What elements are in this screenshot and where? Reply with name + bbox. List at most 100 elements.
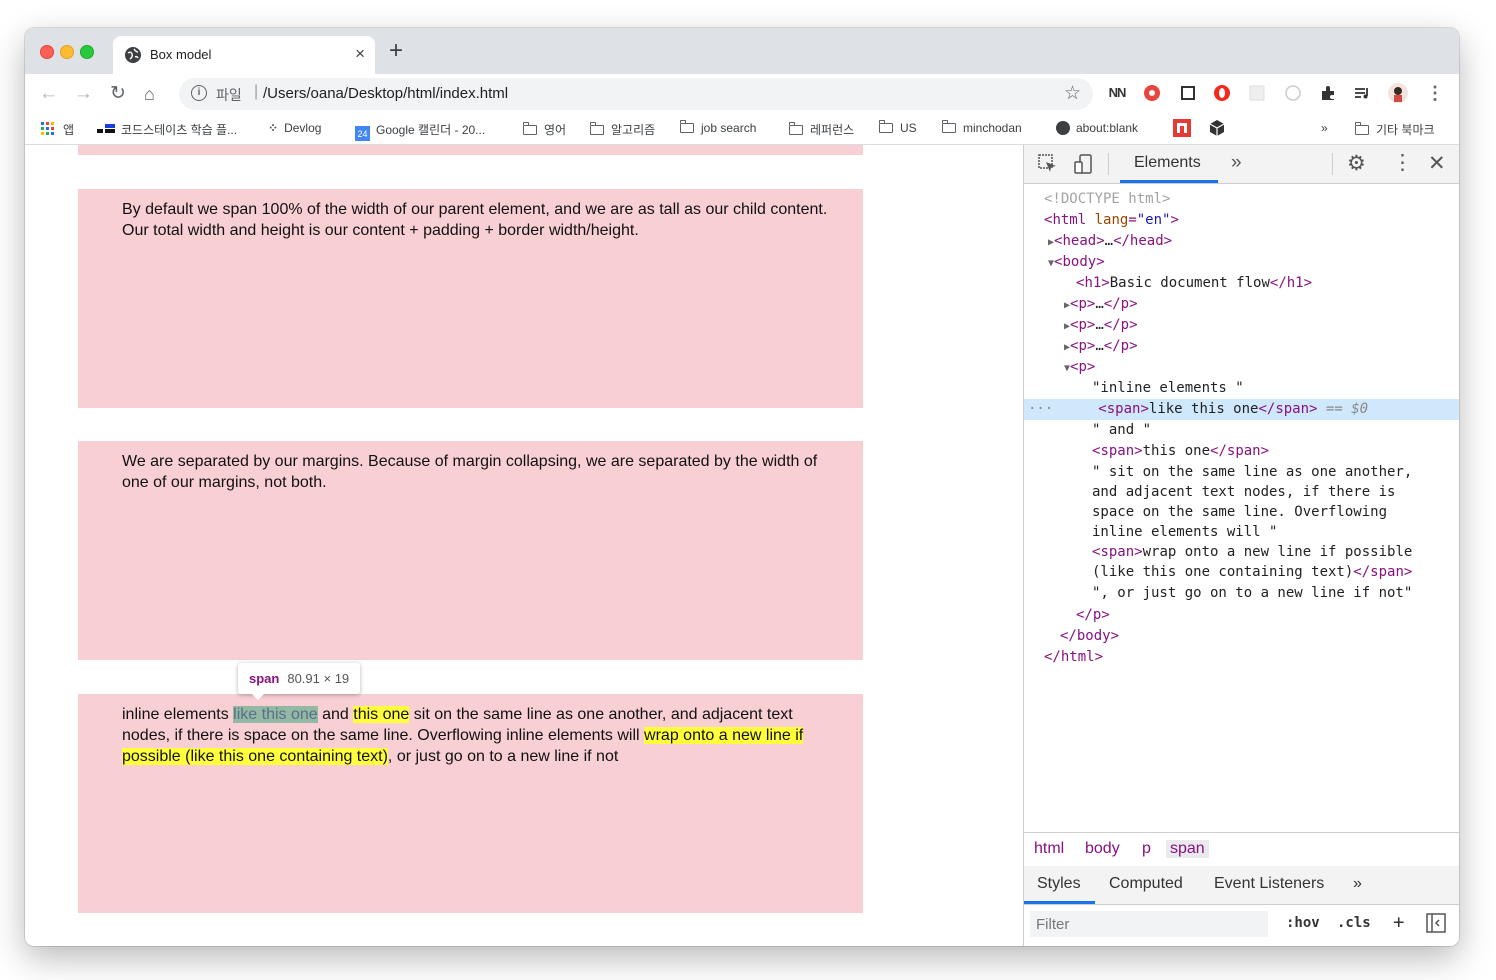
bookmark-google-calendar[interactable]: 24 Google 캘린더 - 20... [355,121,485,141]
dom-text-node[interactable]: "inline elements " [1024,378,1459,399]
dom-node-body[interactable]: ▼<body> [1024,252,1459,273]
folder-icon [1354,122,1369,135]
extensions-puzzle-icon[interactable] [1319,84,1337,102]
hover-state-button[interactable]: :hov [1286,915,1320,931]
bookmark-folder-english[interactable]: 영어 [522,121,566,138]
text-node: inline elements [122,706,234,723]
browser-window: Box model × + ← → ↻ ⌂ i 파일 | /Users/oana… [25,28,1459,946]
info-icon[interactable]: i [191,85,207,101]
styles-filter-input[interactable] [1030,911,1262,937]
bookmark-codestates[interactable]: 코드스테이츠 학습 플... [97,121,237,138]
bookmark-red-app[interactable] [1173,119,1191,140]
dom-node-head[interactable]: ▶<head>…</head> [1024,231,1459,252]
extension-square-icon[interactable] [1179,84,1197,102]
dom-node-h1[interactable]: <h1>Basic document flow</h1> [1024,273,1459,294]
settings-gear-icon[interactable]: ⚙ [1347,151,1366,176]
browser-menu-icon[interactable]: ⋮ [1426,84,1444,102]
device-toolbar-icon[interactable] [1074,154,1092,174]
reload-button[interactable]: ↻ [110,82,126,106]
new-tab-button[interactable]: + [389,39,403,63]
bookmark-apps[interactable]: 앱 [41,121,74,138]
toolbar-divider [1108,153,1109,175]
dom-node-p[interactable]: ▶<p>…</p> [1024,315,1459,336]
bookmark-about-blank[interactable]: about:blank [1056,121,1138,135]
breadcrumb-html[interactable]: html [1034,840,1064,858]
bookmark-star-icon[interactable]: ☆ [1064,82,1081,105]
dom-node-doctype[interactable]: <!DOCTYPE html> [1024,189,1459,210]
address-bar[interactable]: i 파일 | /Users/oana/Desktop/html/index.ht… [179,78,1093,110]
more-tabs-button[interactable]: » [1353,875,1362,893]
dom-text-node[interactable]: ", or just go on to a new line if not" [1024,583,1459,604]
expand-arrow-icon[interactable]: ▶ [1024,237,1054,248]
paragraph-box-1: By default we span 100% of the width of … [78,189,863,408]
folder-icon [522,122,537,135]
extension-red-icon[interactable] [1143,84,1161,102]
tab-event-listeners[interactable]: Event Listeners [1214,875,1324,893]
close-window-button[interactable] [40,45,54,59]
breadcrumb-p[interactable]: p [1142,840,1151,858]
extension-grid-icon[interactable] [1248,84,1266,102]
dom-node-html[interactable]: <html lang="en"> [1024,210,1459,231]
apps-grid-icon [41,122,54,135]
bookmarks-overflow-button[interactable]: » [1321,121,1328,135]
collapse-arrow-icon[interactable]: ▼ [1024,258,1054,269]
tab-computed[interactable]: Computed [1109,875,1183,893]
extension-circle-icon[interactable] [1284,84,1302,102]
dom-node-html-close[interactable]: </html> [1024,647,1459,668]
bookmark-cube[interactable] [1209,119,1225,140]
new-style-rule-button[interactable]: + [1393,911,1404,933]
more-tabs-button[interactable]: » [1231,152,1242,174]
dom-node-span-selected[interactable]: ··· <span>like this one</span> == $0 [1024,399,1459,420]
dom-node-body-close[interactable]: </body> [1024,626,1459,647]
url-text[interactable]: /Users/oana/Desktop/html/index.html [263,85,508,102]
dom-text-node[interactable]: " sit on the same line as one another, [1024,462,1459,482]
inspect-element-icon[interactable] [1038,154,1056,172]
home-button[interactable]: ⌂ [144,82,155,106]
dom-node-span-cont: (like this one containing text)</span> [1092,564,1413,580]
bookmark-folder-us[interactable]: US [878,120,917,135]
bookmark-folder-minchodan[interactable]: minchodan [941,120,1022,135]
tab-box-model[interactable]: Box model × [113,36,375,74]
dom-node-span[interactable]: <span>wrap onto a new line if possible [1024,542,1459,562]
node-actions-icon[interactable]: ··· [1024,401,1053,417]
forward-button[interactable]: → [74,82,93,106]
toolbar: ← → ↻ ⌂ i 파일 | /Users/oana/Desktop/html/… [25,74,1459,114]
breadcrumb-body[interactable]: body [1085,840,1120,858]
toggle-sidebar-icon[interactable] [1426,913,1446,937]
breadcrumb: html body p span [1024,832,1459,867]
expand-arrow-icon[interactable]: ▶ [1024,342,1070,353]
collapse-arrow-icon[interactable]: ▼ [1024,363,1070,374]
bookmark-folder-reference[interactable]: 레퍼런스 [788,121,854,138]
dom-node-p[interactable]: ▶<p>…</p> [1024,294,1459,315]
extension-nn-icon[interactable]: NN [1108,84,1127,102]
tab-elements[interactable]: Elements [1134,154,1201,172]
span-this-one[interactable]: this one [353,706,410,723]
extension-opera-icon[interactable] [1213,84,1231,102]
red-app-icon [1173,119,1191,137]
bookmark-devlog[interactable]: ⁘ Devlog [268,121,321,135]
dom-node-p-expanded[interactable]: ▼<p> [1024,357,1459,378]
profile-avatar[interactable] [1388,83,1408,103]
bookmark-other-folder[interactable]: 기타 북마크 [1354,121,1435,138]
globe-icon [125,47,141,63]
dom-text-node[interactable]: " and " [1024,420,1459,441]
bookmark-folder-job-search[interactable]: job search [679,120,756,135]
back-button[interactable]: ← [39,82,58,106]
tab-styles[interactable]: Styles [1037,875,1081,893]
dom-node-p-close[interactable]: </p> [1024,605,1459,626]
tab-close-icon[interactable]: × [355,44,365,64]
class-toggle-button[interactable]: .cls [1337,915,1371,931]
devtools-toolbar: Elements » ⚙ ⋮ ✕ [1024,145,1459,184]
dom-node-span[interactable]: <span>this one</span> [1024,441,1459,462]
close-devtools-icon[interactable]: ✕ [1428,151,1446,176]
bookmark-folder-algorithm[interactable]: 알고리즘 [589,121,655,138]
devtools-menu-icon[interactable]: ⋮ [1392,150,1413,175]
zoom-window-button[interactable] [80,45,94,59]
breadcrumb-span[interactable]: span [1166,840,1209,858]
expand-arrow-icon[interactable]: ▶ [1024,321,1070,332]
span-like-this-one[interactable]: like this one [233,706,318,723]
dom-node-p[interactable]: ▶<p>…</p> [1024,336,1459,357]
expand-arrow-icon[interactable]: ▶ [1024,300,1070,311]
minimize-window-button[interactable] [60,45,74,59]
media-control-icon[interactable] [1353,84,1371,102]
